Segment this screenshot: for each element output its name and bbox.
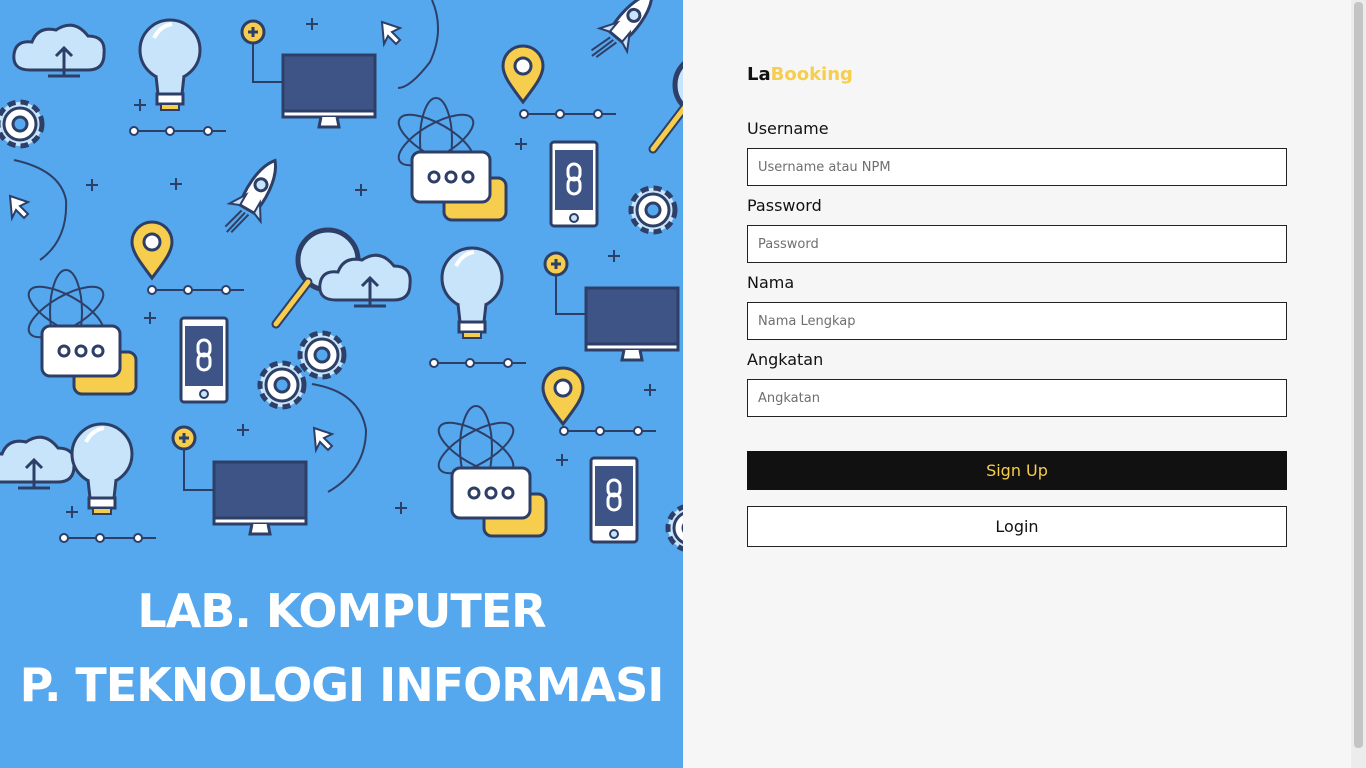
monitor-icon — [281, 53, 377, 129]
chat-bubble-icon — [40, 324, 138, 396]
password-input[interactable] — [747, 225, 1287, 263]
location-pin-icon — [541, 366, 585, 426]
cursor-icon — [381, 21, 401, 45]
plus-badge-icon — [543, 251, 569, 277]
nama-input[interactable] — [747, 302, 1287, 340]
lightbulb-icon — [138, 18, 202, 112]
lightbulb-icon — [70, 422, 134, 516]
plus-badge-icon — [240, 19, 266, 45]
hero-panel: LAB. KOMPUTER P. TEKNOLOGI INFORMASI — [0, 0, 683, 768]
chat-bubble-icon — [410, 150, 508, 222]
lightbulb-icon — [440, 246, 504, 340]
gear-icon — [0, 102, 42, 146]
cloud-upload-icon — [12, 23, 106, 78]
signup-button[interactable]: Sign Up — [747, 451, 1287, 490]
rocket-icon — [214, 150, 293, 246]
nama-label: Nama — [747, 273, 795, 292]
location-pin-icon — [130, 220, 174, 280]
gear-icon — [668, 506, 683, 550]
hero-title-line1: LAB. KOMPUTER — [137, 584, 546, 638]
chat-bubble-icon — [450, 466, 548, 538]
scrollbar-thumb[interactable] — [1354, 2, 1363, 748]
gear-icon — [300, 333, 344, 377]
rocket-icon — [581, 0, 668, 73]
username-input[interactable] — [747, 148, 1287, 186]
plus-badge-icon — [171, 425, 197, 451]
smartphone-link-icon — [549, 140, 599, 228]
smartphone-link-icon — [589, 456, 639, 544]
gear-icon — [260, 363, 304, 407]
brand-logo: LaBooking — [747, 64, 853, 85]
page-scrollbar[interactable] — [1351, 0, 1366, 768]
brand-prefix: La — [747, 64, 771, 85]
hero-title-line2: P. TEKNOLOGI INFORMASI — [19, 658, 665, 712]
monitor-icon — [584, 286, 680, 362]
gear-icon — [631, 188, 675, 232]
cursor-icon — [9, 195, 29, 219]
smartphone-link-icon — [179, 316, 229, 404]
brand-suffix: Booking — [770, 64, 853, 85]
cursor-icon — [313, 427, 333, 451]
angkatan-label: Angkatan — [747, 350, 824, 369]
magnifier-icon — [653, 55, 683, 149]
monitor-icon — [212, 460, 308, 536]
location-pin-icon — [501, 44, 545, 104]
tech-pattern-illustration — [0, 0, 683, 768]
angkatan-input[interactable] — [747, 379, 1287, 417]
username-label: Username — [747, 119, 829, 138]
login-button[interactable]: Login — [747, 506, 1287, 547]
password-label: Password — [747, 196, 822, 215]
cloud-upload-icon — [0, 435, 76, 490]
